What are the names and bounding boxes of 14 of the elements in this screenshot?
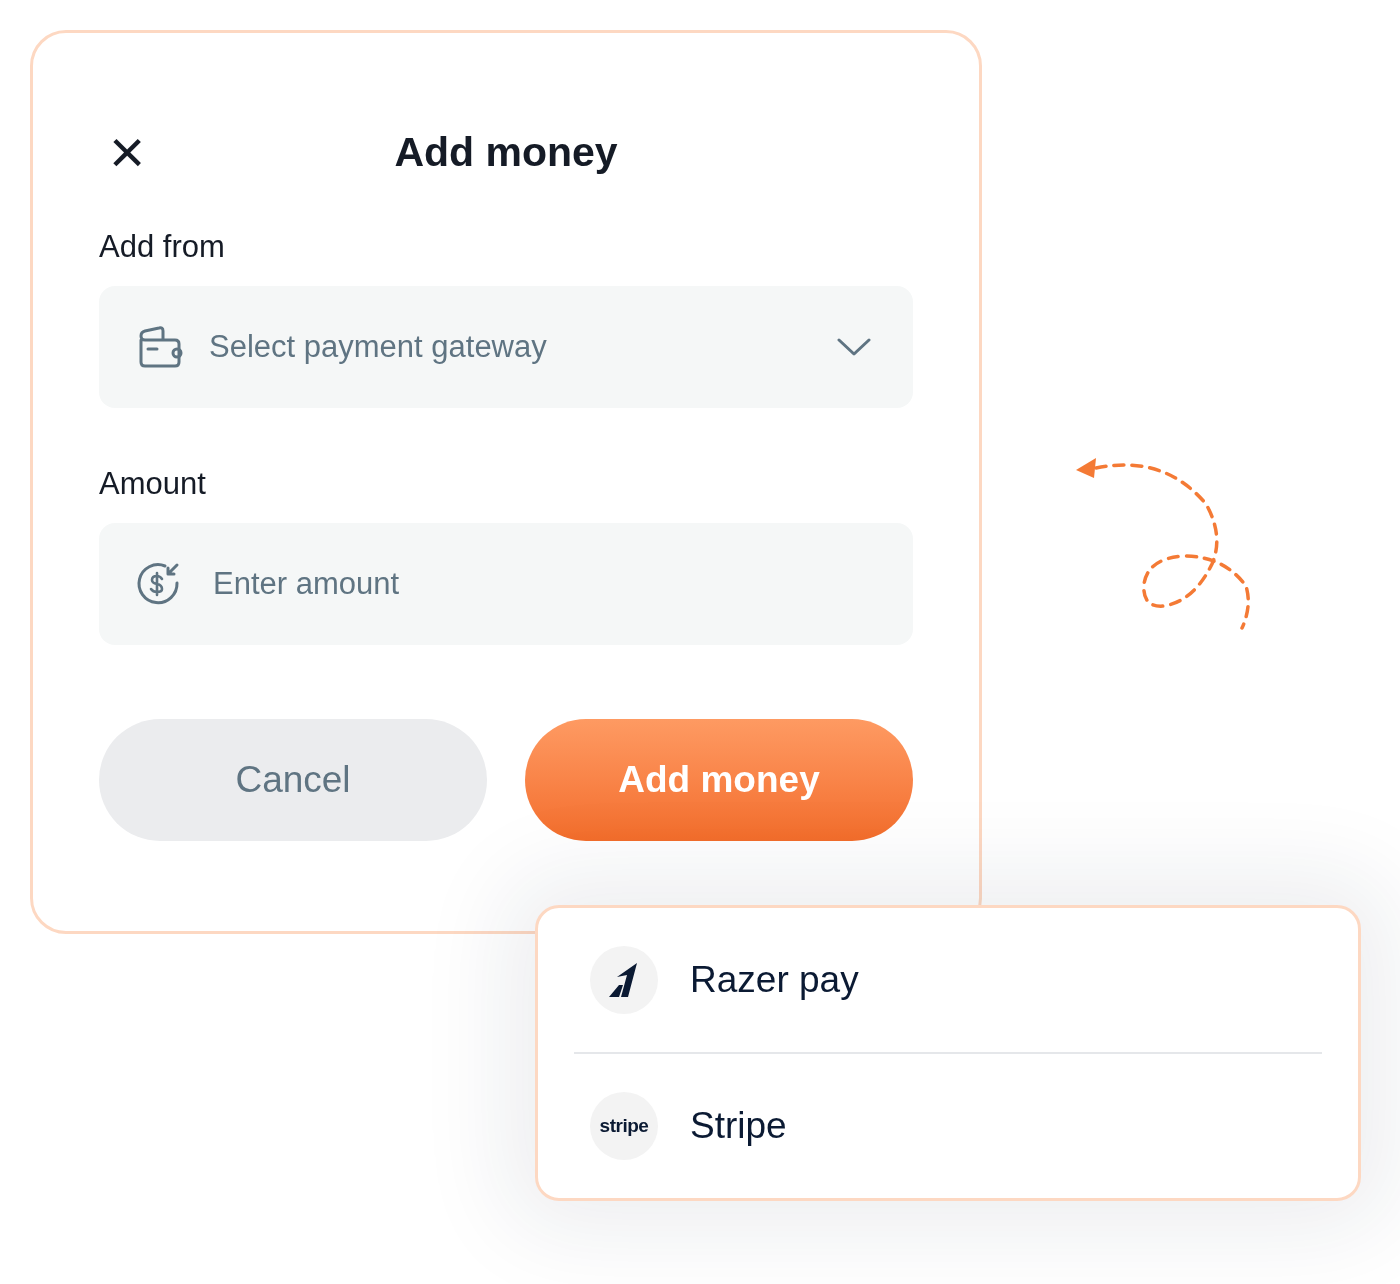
field-label: Amount	[99, 468, 207, 499]
stripe-logo: stripe	[590, 1092, 658, 1160]
amount-field[interactable]: Enter amount	[99, 523, 913, 645]
dollar-refund-icon	[135, 561, 181, 607]
chevron-down-icon	[837, 338, 871, 356]
gateway-option[interactable]: Razer pay	[574, 908, 1322, 1052]
razorpay-logo-icon	[609, 963, 639, 997]
field-label: Add from	[99, 231, 226, 262]
close-button[interactable]: ×	[109, 127, 146, 177]
dialog-title: Add money	[394, 128, 618, 178]
cancel-button[interactable]: Cancel	[99, 719, 487, 841]
gateway-option[interactable]: stripe Stripe	[574, 1054, 1322, 1198]
payment-gateway-select[interactable]: Select payment gateway	[99, 286, 913, 408]
wallet-icon	[137, 326, 183, 368]
